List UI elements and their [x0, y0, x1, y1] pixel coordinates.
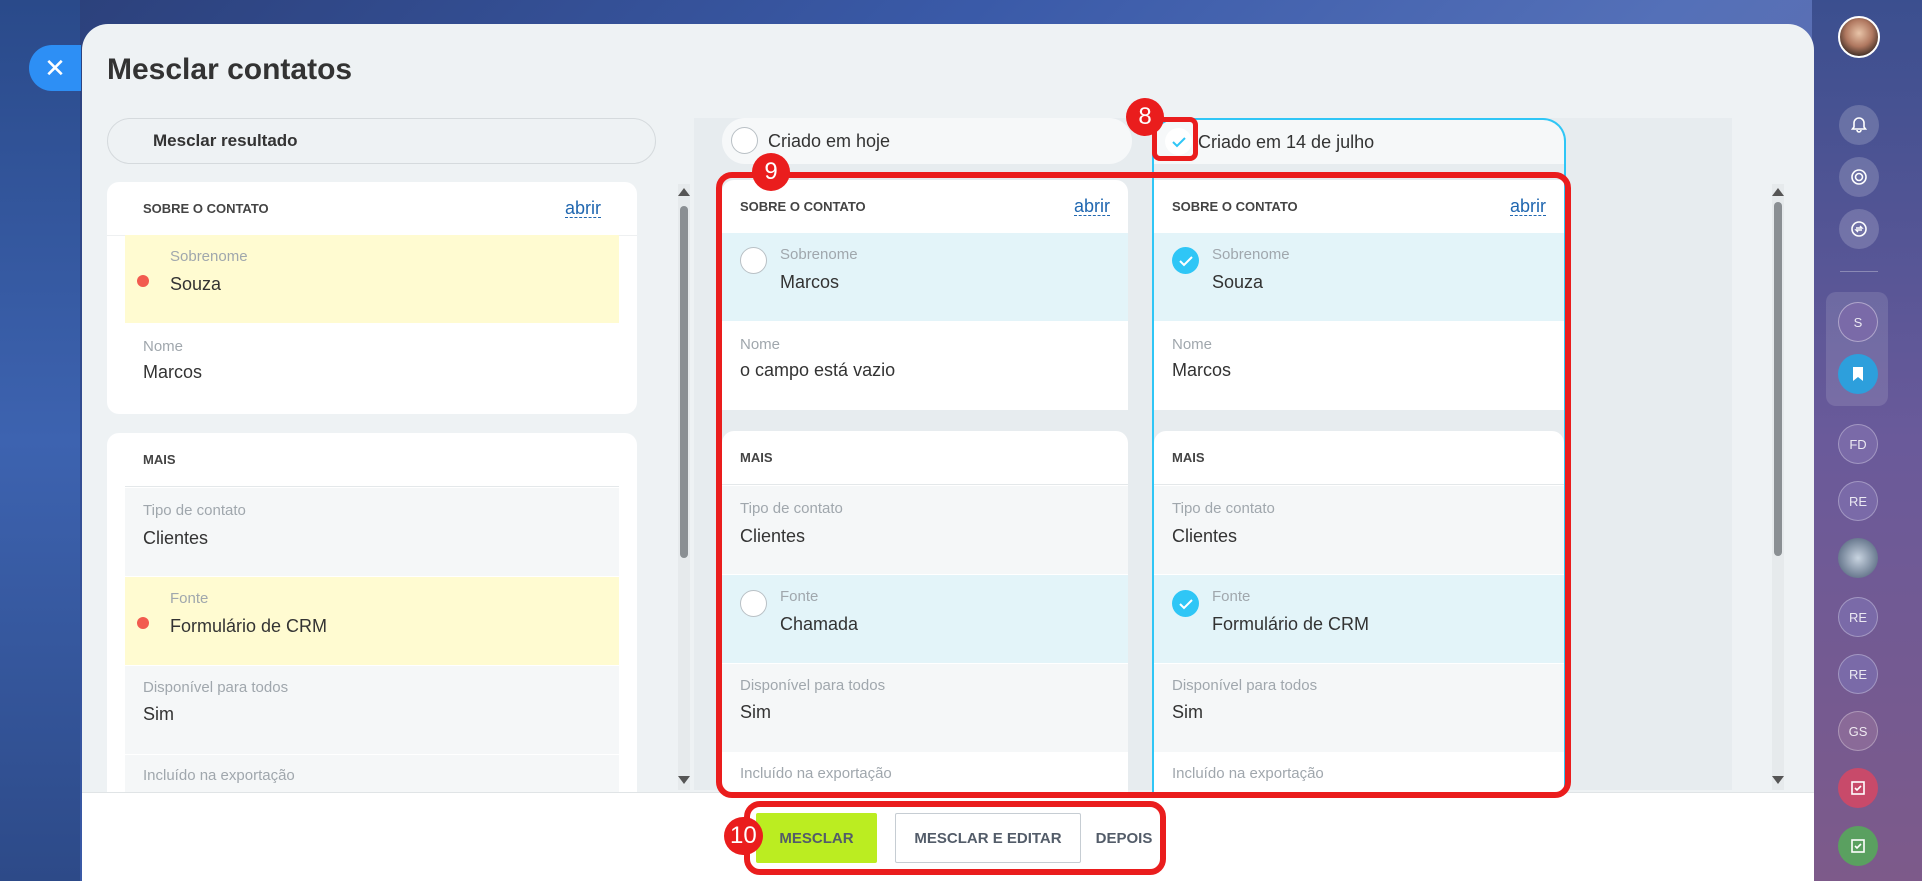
- field-value: Souza: [170, 274, 222, 294]
- chat-avatar-gs[interactable]: GS: [1838, 711, 1878, 751]
- field-value: Sim: [143, 704, 174, 724]
- annotation-badge-10: 10: [724, 817, 763, 855]
- version-tab-label: Criado em hoje: [768, 130, 891, 151]
- chat-avatar-s[interactable]: S: [1838, 302, 1878, 342]
- result-name-field[interactable]: Nome Marcos: [125, 323, 619, 411]
- scroll-thumb[interactable]: [680, 206, 688, 558]
- merge-contacts-panel: Mesclar contatos Mesclar resultado SOBRE…: [82, 24, 1814, 881]
- merge-result-tab[interactable]: Mesclar resultado: [107, 118, 656, 164]
- field-value: Formulário de CRM: [170, 616, 328, 636]
- annotation-badge-9: 9: [752, 153, 790, 191]
- result-more-card: MAIS Tipo de contato Clientes Fonte Form…: [107, 433, 637, 813]
- close-icon: ✕: [44, 53, 66, 83]
- version-tab-july[interactable]: Criado em 14 de julho: [1152, 118, 1566, 164]
- task-icon-green[interactable]: [1838, 826, 1878, 866]
- scroll-thumb[interactable]: [1774, 202, 1782, 556]
- task-icon-red[interactable]: [1838, 768, 1878, 808]
- field-label: Tipo de contato: [143, 502, 246, 519]
- sidebar-divider: [1840, 271, 1878, 272]
- field-label: Incluído na exportação: [143, 767, 295, 784]
- changed-indicator-dot: [137, 275, 149, 287]
- chat-avatar-photo[interactable]: [1838, 538, 1878, 578]
- background-left: [0, 0, 80, 881]
- result-about-card: SOBRE O CONTATO abrir Sobrenome Souza No…: [107, 182, 637, 414]
- chat-avatar-fd[interactable]: FD: [1838, 424, 1878, 464]
- sync-icon[interactable]: [1839, 209, 1879, 249]
- result-more-heading: MAIS: [143, 452, 176, 467]
- field-label: Disponível para todos: [143, 679, 289, 696]
- version-tab-label: Criado em 14 de julho: [1198, 131, 1375, 152]
- result-type-field[interactable]: Tipo de contato Clientes: [125, 488, 619, 576]
- scroll-up-icon[interactable]: [1772, 188, 1784, 196]
- annotation-badge-8: 8: [1126, 98, 1164, 136]
- changed-indicator-dot: [137, 617, 149, 629]
- field-value: Clientes: [143, 528, 209, 548]
- scroll-down-icon[interactable]: [678, 776, 690, 784]
- result-surname-field[interactable]: Sobrenome Souza: [125, 235, 619, 323]
- user-avatar[interactable]: [1838, 16, 1880, 58]
- radio-button-icon[interactable]: [731, 127, 758, 154]
- field-label: Sobrenome: [170, 248, 248, 265]
- scroll-up-icon[interactable]: [678, 188, 690, 196]
- bookmark-icon[interactable]: [1838, 354, 1878, 394]
- result-source-field[interactable]: Fonte Formulário de CRM: [125, 577, 619, 665]
- target-icon[interactable]: [1839, 157, 1879, 197]
- merge-result-label: Mesclar resultado: [153, 131, 298, 150]
- field-label: Nome: [143, 338, 184, 355]
- chat-avatar-re-2[interactable]: RE: [1838, 597, 1878, 637]
- page-title: Mesclar contatos: [107, 53, 353, 86]
- scroll-down-icon[interactable]: [1772, 776, 1784, 784]
- result-about-heading: SOBRE O CONTATO: [143, 201, 269, 216]
- annotation-box-10: [744, 801, 1166, 875]
- field-label: Fonte: [170, 590, 209, 607]
- result-available-field[interactable]: Disponível para todos Sim: [125, 666, 619, 754]
- close-button[interactable]: ✕: [29, 45, 81, 91]
- annotation-box-9: [716, 172, 1571, 798]
- result-open-link[interactable]: abrir: [564, 199, 601, 218]
- chat-avatar-re-3[interactable]: RE: [1838, 654, 1878, 694]
- chat-avatar-re-1[interactable]: RE: [1838, 481, 1878, 521]
- field-value: Marcos: [143, 362, 203, 382]
- bell-icon[interactable]: [1839, 105, 1879, 145]
